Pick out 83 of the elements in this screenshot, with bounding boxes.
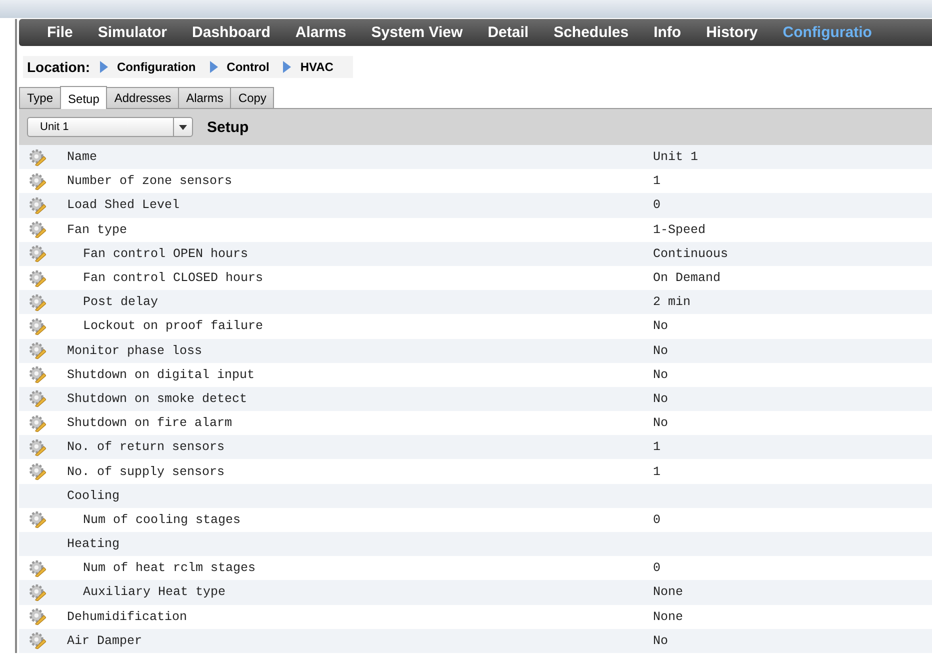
menu-item[interactable]: Info xyxy=(654,24,682,41)
setting-value: 2 min xyxy=(653,295,691,310)
gear-pencil-icon[interactable] xyxy=(28,172,46,190)
setting-name: No. of return sensors xyxy=(67,440,225,454)
setting-value: 1 xyxy=(653,440,661,454)
unit-dropdown[interactable]: Unit 1 xyxy=(27,117,193,137)
setting-value: No xyxy=(653,319,668,334)
location-label: Location: xyxy=(27,59,90,75)
gear-pencil-icon[interactable] xyxy=(28,318,46,335)
setting-value: Unit 1 xyxy=(653,150,698,164)
menu-item[interactable]: Configuratio xyxy=(782,24,872,41)
tab[interactable]: Type xyxy=(19,87,62,108)
gear-pencil-icon[interactable] xyxy=(28,366,46,384)
chevron-right-icon xyxy=(210,61,218,73)
section-title: Setup xyxy=(207,118,249,136)
gear-pencil-icon[interactable] xyxy=(28,196,46,214)
menu-item[interactable]: System View xyxy=(371,24,463,41)
tab[interactable]: Setup xyxy=(60,86,108,109)
setting-value: No xyxy=(653,392,668,406)
menu-item[interactable]: File xyxy=(47,24,73,41)
gear-pencil-icon[interactable] xyxy=(28,245,46,262)
setting-name: Num of heat rclm stages xyxy=(83,561,256,576)
setting-name: Shutdown on smoke detect xyxy=(67,392,248,406)
gear-pencil-icon[interactable] xyxy=(28,608,46,626)
breadcrumb-link[interactable]: Configuration xyxy=(117,60,196,74)
gear-pencil-icon[interactable] xyxy=(28,463,46,480)
chevron-right-icon xyxy=(100,61,108,73)
gear-pencil-icon[interactable] xyxy=(28,294,46,311)
gear-pencil-icon[interactable] xyxy=(28,511,46,528)
setting-name: Fan control OPEN hours xyxy=(83,246,248,261)
setting-name: Number of zone sensors xyxy=(67,174,232,188)
setting-value: 0 xyxy=(653,198,661,212)
setting-name: Post delay xyxy=(83,295,158,310)
setting-value: Continuous xyxy=(653,246,728,261)
tab[interactable]: Addresses xyxy=(106,87,180,108)
menu-item[interactable]: Simulator xyxy=(98,24,168,41)
menu-item[interactable]: History xyxy=(706,24,758,41)
setting-name: No. of supply sensors xyxy=(67,464,225,479)
group-heading: Heating xyxy=(67,537,120,552)
setting-name: Monitor phase loss xyxy=(67,344,202,358)
setting-value: No xyxy=(653,416,668,430)
setting-value: On Demand xyxy=(653,271,721,286)
setting-value: None xyxy=(653,585,684,600)
setting-value: No xyxy=(653,634,668,648)
setting-value: 1 xyxy=(653,464,661,479)
setting-value: 0 xyxy=(653,512,661,527)
gear-pencil-icon[interactable] xyxy=(28,270,46,287)
tab[interactable]: Copy xyxy=(230,87,274,108)
gear-pencil-icon[interactable] xyxy=(28,221,46,238)
gear-pencil-icon[interactable] xyxy=(28,342,46,360)
chevron-right-icon xyxy=(283,61,292,73)
setting-name: Shutdown on digital input xyxy=(67,368,255,382)
setting-value: 1-Speed xyxy=(653,222,706,237)
menu-item[interactable]: Alarms xyxy=(295,24,346,41)
setting-name: Dehumidification xyxy=(67,610,188,624)
menu-item[interactable]: Schedules xyxy=(554,24,629,41)
setting-name: Fan control CLOSED hours xyxy=(83,271,264,286)
gear-pencil-icon[interactable] xyxy=(28,584,46,601)
group-heading: Cooling xyxy=(67,488,120,503)
setting-value: 0 xyxy=(653,561,661,576)
setting-name: Num of cooling stages xyxy=(83,512,241,527)
setting-name: Shutdown on fire alarm xyxy=(67,416,232,430)
setting-name: Name xyxy=(67,150,98,164)
menu-item[interactable]: Dashboard xyxy=(192,24,270,41)
setting-value: None xyxy=(653,610,684,624)
menu-item[interactable]: Detail xyxy=(488,24,529,41)
gear-pencil-icon[interactable] xyxy=(28,390,46,408)
gear-pencil-icon[interactable] xyxy=(28,148,46,166)
tab[interactable]: Alarms xyxy=(178,87,232,108)
gear-pencil-icon[interactable] xyxy=(28,438,46,456)
gear-pencil-icon[interactable] xyxy=(28,632,46,650)
breadcrumb-link[interactable]: HVAC xyxy=(300,60,334,74)
gear-pencil-icon[interactable] xyxy=(28,560,46,577)
setting-name: Auxiliary Heat type xyxy=(83,585,226,600)
breadcrumb-link[interactable]: Control xyxy=(226,60,270,74)
setting-name: Air Damper xyxy=(67,634,142,648)
setting-name: Load Shed Level xyxy=(67,198,180,212)
setting-name: Lockout on proof failure xyxy=(83,319,264,334)
setting-value: No xyxy=(653,368,668,382)
setting-value: 1 xyxy=(653,174,661,188)
gear-pencil-icon[interactable] xyxy=(28,414,46,432)
setting-value: No xyxy=(653,344,668,358)
setting-name: Fan type xyxy=(67,222,128,237)
